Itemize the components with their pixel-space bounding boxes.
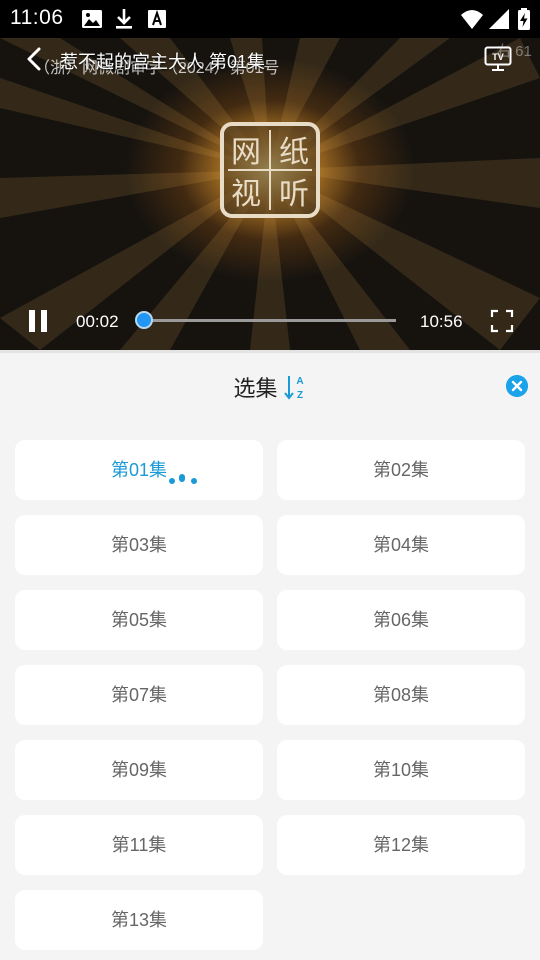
tv-cast-icon[interactable]: TV [484,46,512,72]
panel-header: 选集 A Z [0,371,540,403]
episode-label: 第10集 [372,760,430,780]
signal-icon [489,9,509,29]
svg-text:网: 网 [231,135,261,170]
episode-label: 第12集 [372,835,430,855]
status-time: 11:06 [10,6,64,29]
episode-item[interactable]: 第10集 [277,740,525,800]
episode-item[interactable]: 第05集 [15,590,263,650]
episode-label: 第07集 [110,685,168,705]
image-icon [82,10,102,28]
episode-label: 第09集 [110,760,168,780]
status-bar: 11:06 [0,0,540,38]
download-icon [116,9,132,29]
episode-item[interactable]: 第04集 [277,515,525,575]
wifi-icon [461,10,483,29]
episode-item[interactable]: 第11集 [15,815,263,875]
pause-button[interactable] [26,308,52,334]
battery-charging-icon [518,8,530,30]
progress-track[interactable] [144,319,396,322]
episode-item[interactable]: 第09集 [15,740,263,800]
panel-title: 选集 [233,376,278,401]
episode-item[interactable]: 第01集 [15,440,263,500]
episode-item[interactable]: 第08集 [277,665,525,725]
episode-label: 第02集 [372,460,430,480]
episode-label: 第04集 [372,535,430,555]
episode-item[interactable]: 第07集 [15,665,263,725]
episode-label: 第05集 [110,610,168,630]
video-player[interactable]: （浙）网微剧审字（2024）第01号 惹不起的宫主大人 第01集 右 61 TV… [0,38,540,350]
logo-seal-icon: 网 纸 视 听 [220,122,320,218]
now-playing-icon [169,474,197,484]
close-icon[interactable] [506,375,528,397]
episodes-panel: 选集 A Z 第01集 第02集第03集 第04集第05集 第06集第07集 第08集第… [0,350,540,960]
episode-label: 第01集 [110,460,168,480]
episode-label: 第13集 [110,910,168,930]
progress-thumb[interactable] [135,311,153,329]
episode-item[interactable]: 第02集 [277,440,525,500]
svg-text:Z: Z [296,390,302,401]
episode-item[interactable]: 第12集 [277,815,525,875]
svg-text:TV: TV [492,52,504,62]
episode-label: 第11集 [111,835,167,855]
svg-text:听: 听 [279,177,309,212]
current-time: 00:02 [76,312,119,331]
sort-az-icon[interactable]: A Z [283,373,307,401]
episode-label: 第03集 [110,535,168,555]
duration: 10:56 [420,312,463,331]
episode-label: 第06集 [372,610,430,630]
fullscreen-icon[interactable] [490,309,514,333]
svg-text:纸: 纸 [279,135,309,170]
episode-label: 第08集 [372,685,430,705]
video-title: 惹不起的宫主大人 第01集 [60,52,266,72]
svg-text:A: A [296,376,303,387]
episode-item[interactable]: 第06集 [277,590,525,650]
episode-item[interactable]: 第03集 [15,515,263,575]
episode-item[interactable]: 第13集 [15,890,263,950]
a-box-icon [148,9,166,28]
svg-text:视: 视 [231,177,261,212]
